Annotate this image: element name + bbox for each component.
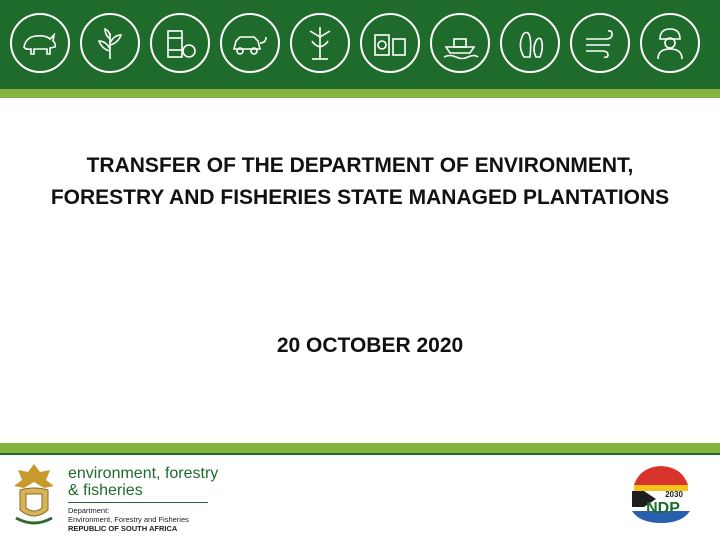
slide-title: TRANSFER OF THE DEPARTMENT OF ENVIRONMEN…: [50, 154, 670, 209]
ndp-text: NDP: [646, 500, 680, 517]
slide-date: 20 OCTOBER 2020: [276, 334, 464, 357]
penguin-icon: [500, 13, 560, 73]
department-label: Department:: [68, 506, 110, 515]
brand-name-line1: environment, forestry: [68, 465, 219, 482]
rhino-icon: [10, 13, 70, 73]
department-name: Environment, Forestry and Fisheries: [68, 515, 189, 524]
coat-of-arms-logo: [10, 462, 58, 530]
footer-divider: [0, 453, 720, 455]
tree-icon: [80, 13, 140, 73]
ndp-year: 2030: [665, 490, 683, 499]
car-charging-icon: [220, 13, 280, 73]
fishing-boat-icon: [430, 13, 490, 73]
header-icon-row: [10, 9, 710, 81]
brand-rule: [68, 502, 208, 503]
header-accent-stripe: [0, 89, 720, 98]
recycling-containers-icon: [360, 13, 420, 73]
department-brand: environment, forestry & fisheries Depart…: [68, 465, 228, 533]
ndp-2030-logo: 2030 NDP: [630, 463, 692, 525]
country-name: REPUBLIC OF SOUTH AFRICA: [68, 524, 178, 533]
footer-accent-stripe: [0, 443, 720, 453]
worker-icon: [640, 13, 700, 73]
windmill-plant-icon: [290, 13, 350, 73]
wind-icon: [570, 13, 630, 73]
waste-barrel-icon: [150, 13, 210, 73]
brand-name-line2: & fisheries: [68, 482, 143, 499]
